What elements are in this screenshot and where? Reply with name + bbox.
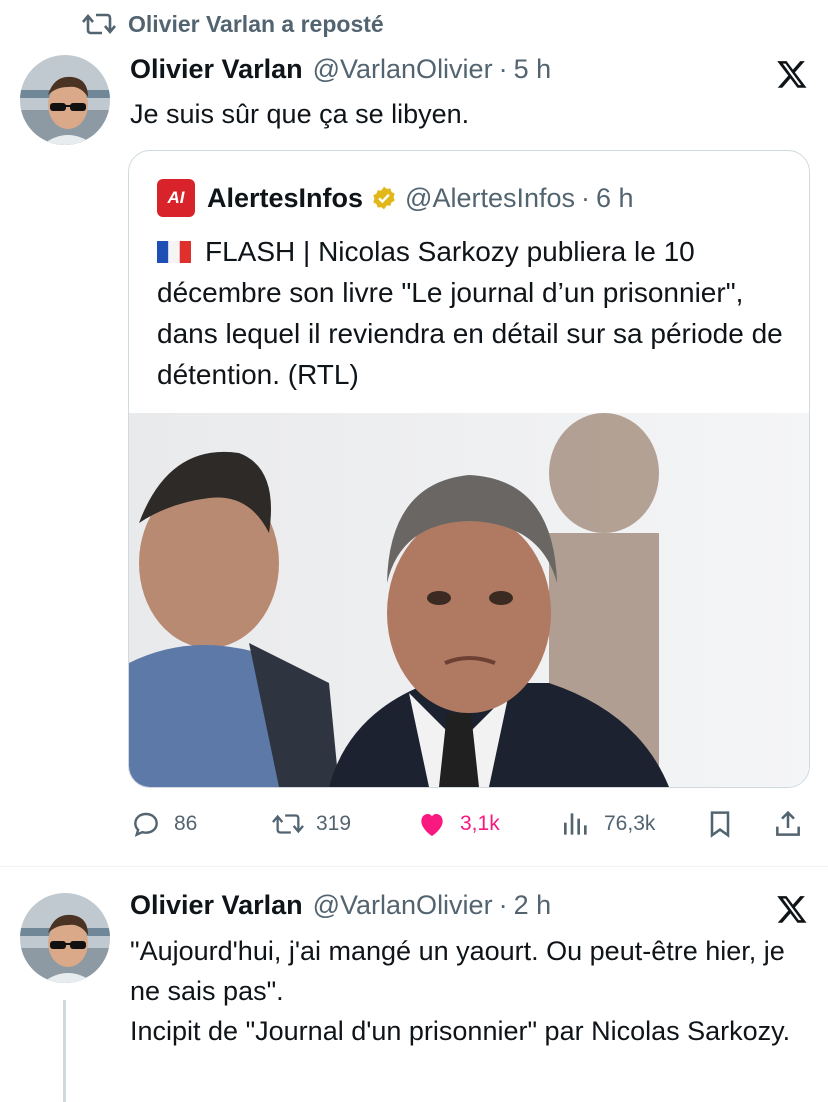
avatar[interactable] — [20, 893, 110, 983]
separator-dot: · — [498, 54, 508, 84]
quote-author-handle[interactable]: @AlertesInfos — [405, 183, 575, 214]
author-name[interactable]: Olivier Varlan — [130, 54, 303, 85]
tweet-text-line: Incipit de "Journal d'un prisonnier" par… — [130, 1016, 791, 1046]
quote-timestamp[interactable]: 6 h — [596, 183, 634, 214]
tweet-actions-bar: 86 319 3,1k 76,3k — [130, 806, 810, 846]
repost-count: 319 — [316, 812, 352, 835]
quote-author-name[interactable]: AlertesInfos — [207, 183, 363, 214]
views-chart-icon — [564, 813, 587, 835]
bookmark-icon — [710, 811, 730, 838]
heart-icon — [421, 814, 443, 836]
quote-text: FLASH | Nicolas Sarkozy publiera le 10 d… — [157, 236, 783, 390]
reply-icon — [134, 812, 158, 837]
thread-connector-line — [63, 1000, 66, 1102]
timestamp[interactable]: 2 h — [514, 890, 552, 921]
author-handle[interactable]: @VarlanOlivier — [313, 890, 493, 921]
alertesinfos-logo: AI — [157, 179, 195, 217]
verified-badge-icon — [373, 186, 395, 210]
views-button[interactable]: 76,3k — [560, 808, 655, 840]
repost-icon — [82, 13, 116, 35]
like-button[interactable]: 3,1k — [416, 808, 500, 840]
quote-media-photo[interactable] — [129, 413, 809, 787]
x-logo-icon[interactable] — [776, 893, 808, 930]
france-flag-icon — [157, 241, 191, 263]
quote-header: AI AlertesInfos @AlertesInfos · 6 h — [157, 179, 634, 217]
tweet-header: Olivier Varlan @VarlanOlivier · 5 h — [130, 54, 551, 85]
repost-label: Olivier Varlan a reposté — [128, 10, 384, 37]
x-logo-icon[interactable] — [776, 58, 808, 95]
views-count: 76,3k — [604, 812, 656, 835]
timestamp[interactable]: 5 h — [514, 54, 552, 85]
separator-dot: · — [498, 890, 508, 920]
avatar-photo — [20, 893, 110, 983]
share-icon — [776, 810, 800, 836]
share-button[interactable] — [772, 808, 804, 840]
avatar[interactable] — [20, 55, 110, 145]
tweet-text-line: "Aujourd'hui, j'ai mangé un yaourt. Ou p… — [130, 936, 785, 1006]
avatar-photo — [20, 55, 110, 145]
author-name[interactable]: Olivier Varlan — [130, 890, 303, 921]
repost-icon — [272, 814, 304, 834]
tweet-text: Je suis sûr que ça se libyen. — [130, 99, 470, 129]
repost-button[interactable]: 319 — [272, 808, 351, 840]
tweet-text-block: "Aujourd'hui, j'ai mangé un yaourt. Ou p… — [130, 931, 820, 1051]
bookmark-button[interactable] — [704, 808, 736, 840]
author-handle[interactable]: @VarlanOlivier — [313, 54, 493, 85]
quoted-tweet-card[interactable]: AI AlertesInfos @AlertesInfos · 6 h FLAS… — [128, 150, 810, 788]
quote-text-block: FLASH | Nicolas Sarkozy publiera le 10 d… — [157, 231, 787, 395]
reply-count: 86 — [174, 812, 198, 835]
like-count: 3,1k — [460, 812, 500, 835]
tweet-header: Olivier Varlan @VarlanOlivier · 2 h — [130, 890, 551, 921]
separator-dot: · — [581, 182, 591, 213]
reply-button[interactable]: 86 — [130, 808, 197, 840]
divider — [0, 866, 828, 867]
repost-header[interactable]: Olivier Varlan a reposté — [82, 10, 384, 38]
